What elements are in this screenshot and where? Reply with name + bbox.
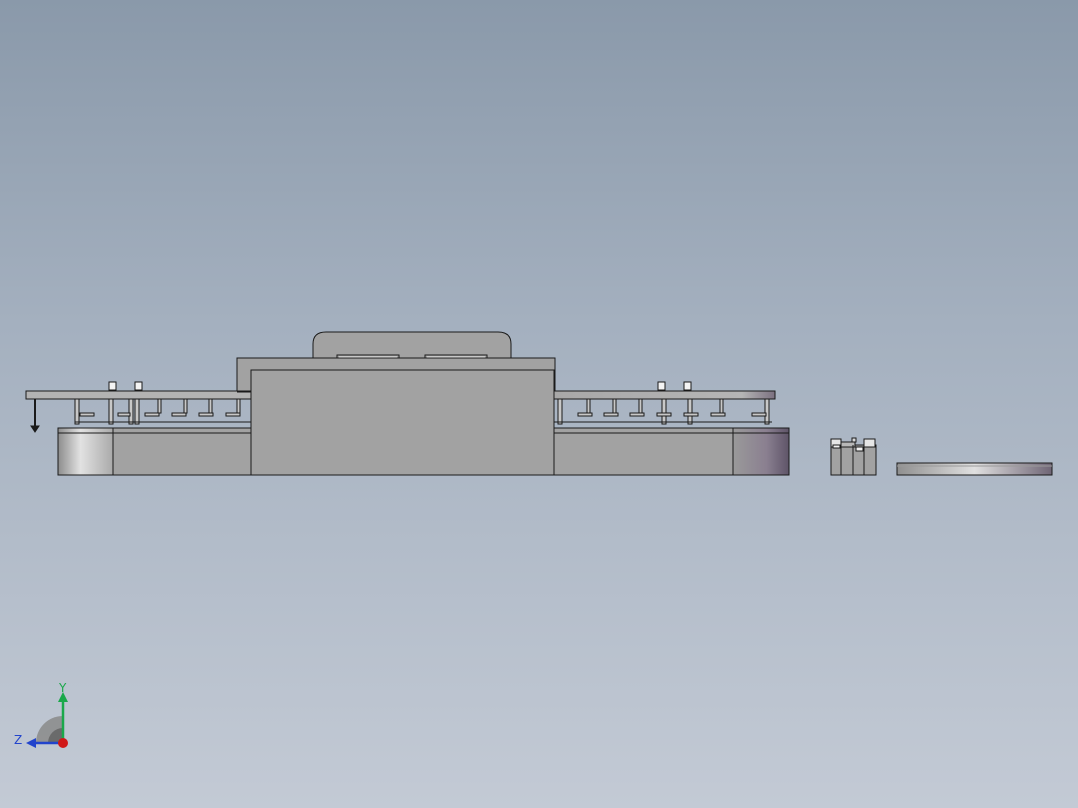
left-rail (25, 390, 253, 400)
z-axis-arrow-icon (26, 738, 36, 748)
right-rail (553, 390, 776, 400)
graphics-viewport[interactable]: Y Z (0, 0, 1078, 808)
base-right-body (553, 427, 734, 476)
base-left-body (112, 427, 253, 476)
origin-dot (58, 738, 68, 748)
z-axis-label: Z (14, 733, 22, 747)
small-component[interactable] (830, 437, 877, 476)
base-right-cap (732, 427, 790, 476)
left-supports (74, 398, 241, 425)
central-block (250, 369, 555, 476)
flat-plate[interactable] (896, 462, 1053, 476)
base-left-cap (57, 427, 115, 476)
right-supports (557, 398, 770, 425)
main-assembly[interactable] (25, 331, 790, 476)
orientation-triad: Y Z (14, 681, 68, 748)
y-axis-label: Y (58, 681, 67, 695)
cad-model-view[interactable] (0, 0, 1078, 808)
